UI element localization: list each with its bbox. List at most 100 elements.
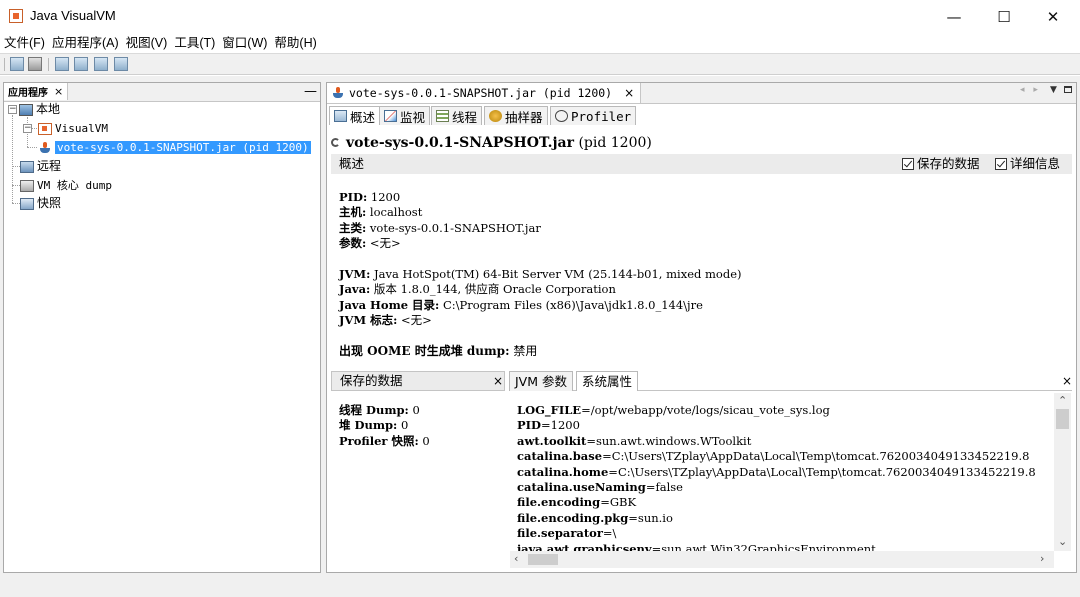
save-icon[interactable] [28,57,42,71]
tree-node-label: 快照 [37,196,62,210]
applications-tab-close-icon[interactable]: × [54,85,63,98]
maximize-document-icon[interactable] [1064,86,1072,93]
close-window-button[interactable]: ✕ [1030,0,1076,33]
coredump-icon [20,179,34,192]
document-tab-label: vote-sys-0.0.1-SNAPSHOT.jar (pid 1200) [349,86,613,100]
threads-icon [436,110,449,122]
tree-node-local[interactable]: 本地 [19,100,60,118]
document-tab-close-icon[interactable]: × [624,86,634,100]
checkbox-check-icon [995,158,1007,170]
checkbox-check-icon [902,158,914,170]
scroll-up-icon[interactable]: ⌃ [1058,394,1067,407]
tab-jvm-args[interactable]: JVM 参数 [509,371,573,391]
menu-bar: 文件(F) 应用程序(A) 视图(V) 工具(T) 窗口(W) 帮助(H) [0,33,1080,53]
tree-node-visualvm[interactable]: VisualVM [38,119,108,137]
toolbar [0,53,1080,75]
add-jmx-connection-icon[interactable] [55,57,69,71]
tree-node-vm-coredump[interactable]: VM 核心 dump [20,176,112,194]
property-row: awt.toolkit=sun.awt.windows.WToolkit [517,433,752,448]
saved-data-close-icon[interactable]: × [493,372,503,390]
saved-data-title: 保存的数据 [340,373,403,388]
load-application-snapshot-icon[interactable] [114,57,128,71]
vertical-scroll-thumb[interactable] [1056,409,1069,429]
tree-line [12,115,13,203]
tree-node-vote-sys[interactable]: vote-sys-0.0.1-SNAPSHOT.jar (pid 1200) [38,138,311,156]
tab-overview[interactable]: 概述 [329,106,381,125]
tab-label: 线程 [452,109,478,125]
computer-icon [19,103,33,116]
add-remote-host-icon[interactable] [74,57,88,71]
tab-list-dropdown-icon[interactable]: ▼ [1050,85,1057,95]
overview-icon [334,110,347,122]
property-row: file.encoding.pkg=sun.io [517,510,673,525]
checkbox-label: 详细信息 [1010,156,1061,171]
menu-tools[interactable]: 工具(T) [170,33,218,53]
vertical-scrollbar[interactable]: ⌃ ⌄ [1054,393,1071,551]
toolbar-separator [48,58,49,71]
saved-data-checkbox[interactable]: 保存的数据 [902,157,980,171]
tab-label: 抽样器 [505,109,543,125]
info-jvm-flags: JVM 标志: <无> [339,313,432,327]
load-snapshot-icon[interactable] [10,57,24,71]
info-host: 主机: localhost [339,205,423,219]
info-java-home: Java Home 目录: C:\Program Files (x86)\Jav… [339,298,703,312]
title-bar [0,0,1080,33]
maximize-button[interactable]: ☐ [981,0,1027,33]
info-main-class: 主类: vote-sys-0.0.1-SNAPSHOT.jar [339,221,541,235]
scroll-down-icon[interactable]: ⌄ [1058,535,1067,548]
refresh-icon [331,138,340,147]
menu-file[interactable]: 文件(F) [0,33,48,53]
saved-profiler-snapshot: Profiler 快照: 0 [339,434,430,448]
applications-panel: 应用程序 × — − − 本地 VisualVM vote-sys-0.0.1-… [3,82,321,573]
menu-help[interactable]: 帮助(H) [270,33,319,53]
minimize-button[interactable]: — [931,0,977,33]
property-row: catalina.base=C:\Users\TZplay\AppData\Lo… [517,449,1030,464]
details-checkbox[interactable]: 详细信息 [995,157,1060,171]
status-area [0,573,1080,597]
scroll-right-icon[interactable]: › [1040,552,1044,565]
saved-heap-dump: 堆 Dump: 0 [339,418,409,432]
property-row: java.awt.graphicsenv=sun.awt.Win32Graphi… [517,541,876,551]
overview-section-title: 概述 [339,156,365,171]
menu-window[interactable]: 窗口(W) [218,33,270,53]
tab-system-properties[interactable]: 系统属性 [576,371,639,391]
visualvm-app-icon [9,9,23,23]
snapshot-icon [20,197,34,210]
tab-sampler[interactable]: 抽样器 [484,106,548,125]
info-args: 参数: <无> [339,236,401,250]
jvm-properties-tabbar: JVM 参数 系统属性 [509,371,1072,391]
menu-applications[interactable]: 应用程序(A) [48,33,122,53]
tab-profiler[interactable]: Profiler [550,106,637,125]
checkbox-label: 保存的数据 [917,156,980,171]
overview-section-header: 概述 保存的数据 详细信息 [331,154,1072,174]
profiler-clock-icon [555,110,568,122]
add-vm-coredump-icon[interactable] [94,57,108,71]
tree-node-label: 远程 [37,159,62,173]
monitor-icon [384,110,397,122]
tree-node-remote[interactable]: 远程 [20,157,61,175]
system-properties-list: LOG_FILE=/opt/webapp/vote/logs/sicau_vot… [517,403,1057,551]
tab-scroll-arrows-icon[interactable]: ◂ ▸ [1020,85,1041,95]
horizontal-scroll-thumb[interactable] [528,554,558,565]
jvm-properties-close-icon[interactable]: × [1062,371,1072,391]
scroll-left-icon[interactable]: ‹ [514,552,518,565]
info-java: Java: 版本 1.8.0_144, 供应商 Oracle Corporati… [339,282,616,296]
tab-label: 监视 [400,109,426,125]
tab-threads[interactable]: 线程 [431,106,483,125]
tree-node-snapshots[interactable]: 快照 [20,194,61,212]
remote-host-icon [20,160,34,173]
info-oome: 出现 OOME 时生成堆 dump: 禁用 [339,344,538,358]
applications-tab-label: 应用程序 [8,88,48,99]
document-tab[interactable]: vote-sys-0.0.1-SNAPSHOT.jar (pid 1200) × [327,83,642,103]
visualvm-collapse-toggle[interactable]: − [23,124,32,133]
menu-view[interactable]: 视图(V) [122,33,171,53]
tree-node-label: VM 核心 dump [37,179,112,192]
property-row: PID=1200 [517,418,580,433]
local-collapse-toggle[interactable]: − [8,105,17,114]
property-row: catalina.home=C:\Users\TZplay\AppData\Lo… [517,464,1036,479]
minimize-panel-button[interactable]: — [304,83,317,100]
horizontal-scrollbar[interactable]: ‹ › [510,551,1054,568]
applications-tab[interactable]: 应用程序 × [4,83,69,100]
tree-line [12,203,20,204]
tab-monitor[interactable]: 监视 [379,106,431,125]
